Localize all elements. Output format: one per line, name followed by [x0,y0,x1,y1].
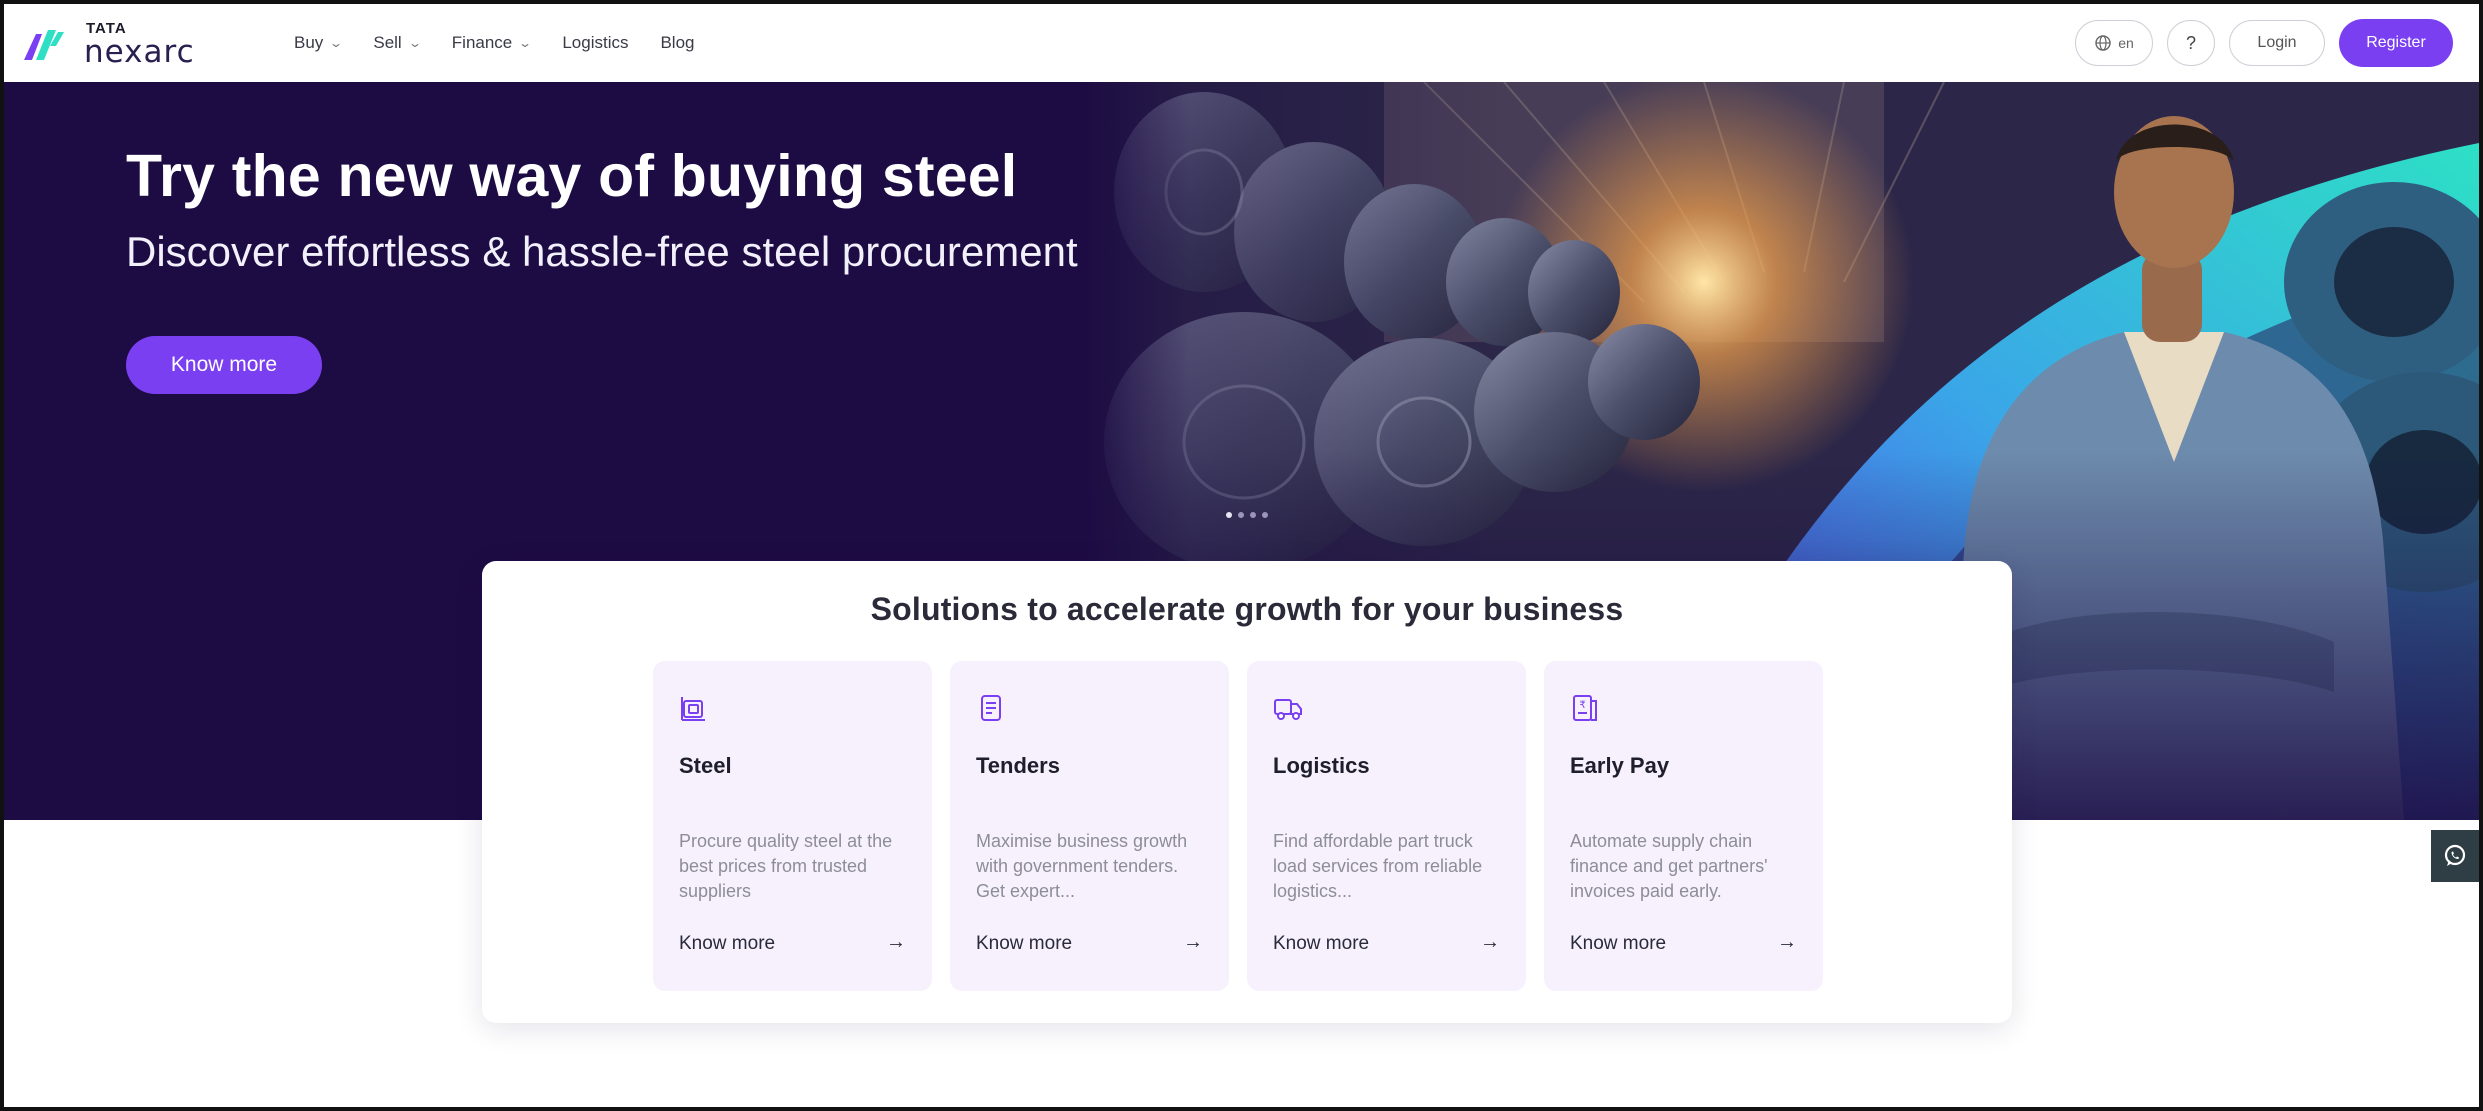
tile-description: Procure quality steel at the best prices… [679,831,893,901]
nav-finance[interactable]: Finance ⌄ [451,33,533,53]
chevron-down-icon: ⌄ [329,36,344,50]
tile-know-more-link[interactable]: Know more [1570,933,1666,955]
nav-finance-label: Finance [451,33,513,52]
arrow-right-icon[interactable]: → [1183,931,1203,954]
solutions-tiles: Steel Procure quality steel at the best … [653,661,1823,991]
tile-know-more-link[interactable]: Know more [679,933,775,955]
solutions-card: Solutions to accelerate growth for your … [482,561,2012,1023]
tile-description: Automate supply chain finance and get pa… [1570,831,1768,901]
nav-buy-label: Buy [294,33,324,52]
whatsapp-icon [2444,844,2466,866]
nav-sell[interactable]: Sell ⌄ [373,33,422,53]
steel-coil-icon [681,697,705,721]
hero-subtitle: Discover effortless & hassle-free steel … [126,228,1078,275]
tile-description: Maximise business growth with government… [976,831,1188,901]
register-button[interactable]: Register [2339,19,2453,67]
hero-know-more-button[interactable]: Know more [126,336,322,394]
tile-know-more-link[interactable]: Know more [976,933,1072,955]
nav-buy[interactable]: Buy ⌄ [294,33,344,53]
header-actions: en ? Login Register [2075,18,2453,68]
solution-tile-tenders[interactable]: Tenders Maximise business growth with go… [950,661,1229,991]
login-label: Login [2257,34,2297,51]
language-label: en [2118,35,2134,51]
page-frame: TATA nexarc Buy ⌄ Sell ⌄ Finance ⌄ Logis… [0,0,2483,1111]
tile-name: Steel [679,753,732,778]
chevron-down-icon: ⌄ [518,36,533,50]
nav-logistics-label: Logistics [562,33,629,52]
whatsapp-button[interactable] [2431,830,2479,882]
tile-name: Early Pay [1570,753,1670,778]
arrow-right-icon[interactable]: → [1777,931,1797,954]
hero-cta-label: Know more [170,353,278,376]
arrow-right-icon[interactable]: → [886,931,906,954]
carousel-dot[interactable] [1250,512,1256,518]
solutions-title: Solutions to accelerate growth for your … [870,591,1624,627]
top-navbar: TATA nexarc Buy ⌄ Sell ⌄ Finance ⌄ Logis… [4,4,2479,82]
main-nav: Buy ⌄ Sell ⌄ Finance ⌄ Logistics Blog [294,4,695,82]
logo-mark-icon [24,30,64,60]
truck-icon [1274,699,1302,720]
login-button[interactable]: Login [2229,20,2325,66]
nav-blog[interactable]: Blog [660,33,694,53]
tile-know-more-link[interactable]: Know more [1273,933,1369,955]
chevron-down-icon: ⌄ [407,36,422,50]
nav-logistics[interactable]: Logistics [562,33,628,53]
solution-tile-steel[interactable]: Steel Procure quality steel at the best … [653,661,932,991]
tile-name: Logistics [1273,753,1370,778]
hero-title: Try the new way of buying steel [126,143,1018,209]
globe-icon [2095,35,2111,51]
invoice-icon: ₹ [1573,695,1597,721]
logo-nexarc-text: nexarc [84,33,195,70]
nav-sell-label: Sell [373,33,402,52]
solution-tile-logistics[interactable]: Logistics Find affordable part truck loa… [1247,661,1526,991]
carousel-dot[interactable] [1262,512,1268,518]
carousel-dot[interactable] [1226,512,1232,518]
solution-tile-early-pay[interactable]: ₹ Early Pay Automate supply chain financ… [1544,661,1823,991]
language-selector[interactable]: en [2075,20,2153,66]
carousel-indicators [1226,512,1268,518]
help-button[interactable]: ? [2167,20,2215,66]
arrow-right-icon[interactable]: → [1480,931,1500,954]
help-label: ? [2185,32,2196,53]
tile-name: Tenders [976,753,1060,778]
nav-blog-label: Blog [660,33,695,52]
tile-description: Find affordable part truck load services… [1273,831,1483,901]
tata-nexarc-logo[interactable]: TATA nexarc [22,16,202,72]
register-label: Register [2366,34,2426,51]
carousel-dot[interactable] [1238,512,1244,518]
svg-text:₹: ₹ [1579,700,1585,711]
document-icon [981,695,1001,721]
